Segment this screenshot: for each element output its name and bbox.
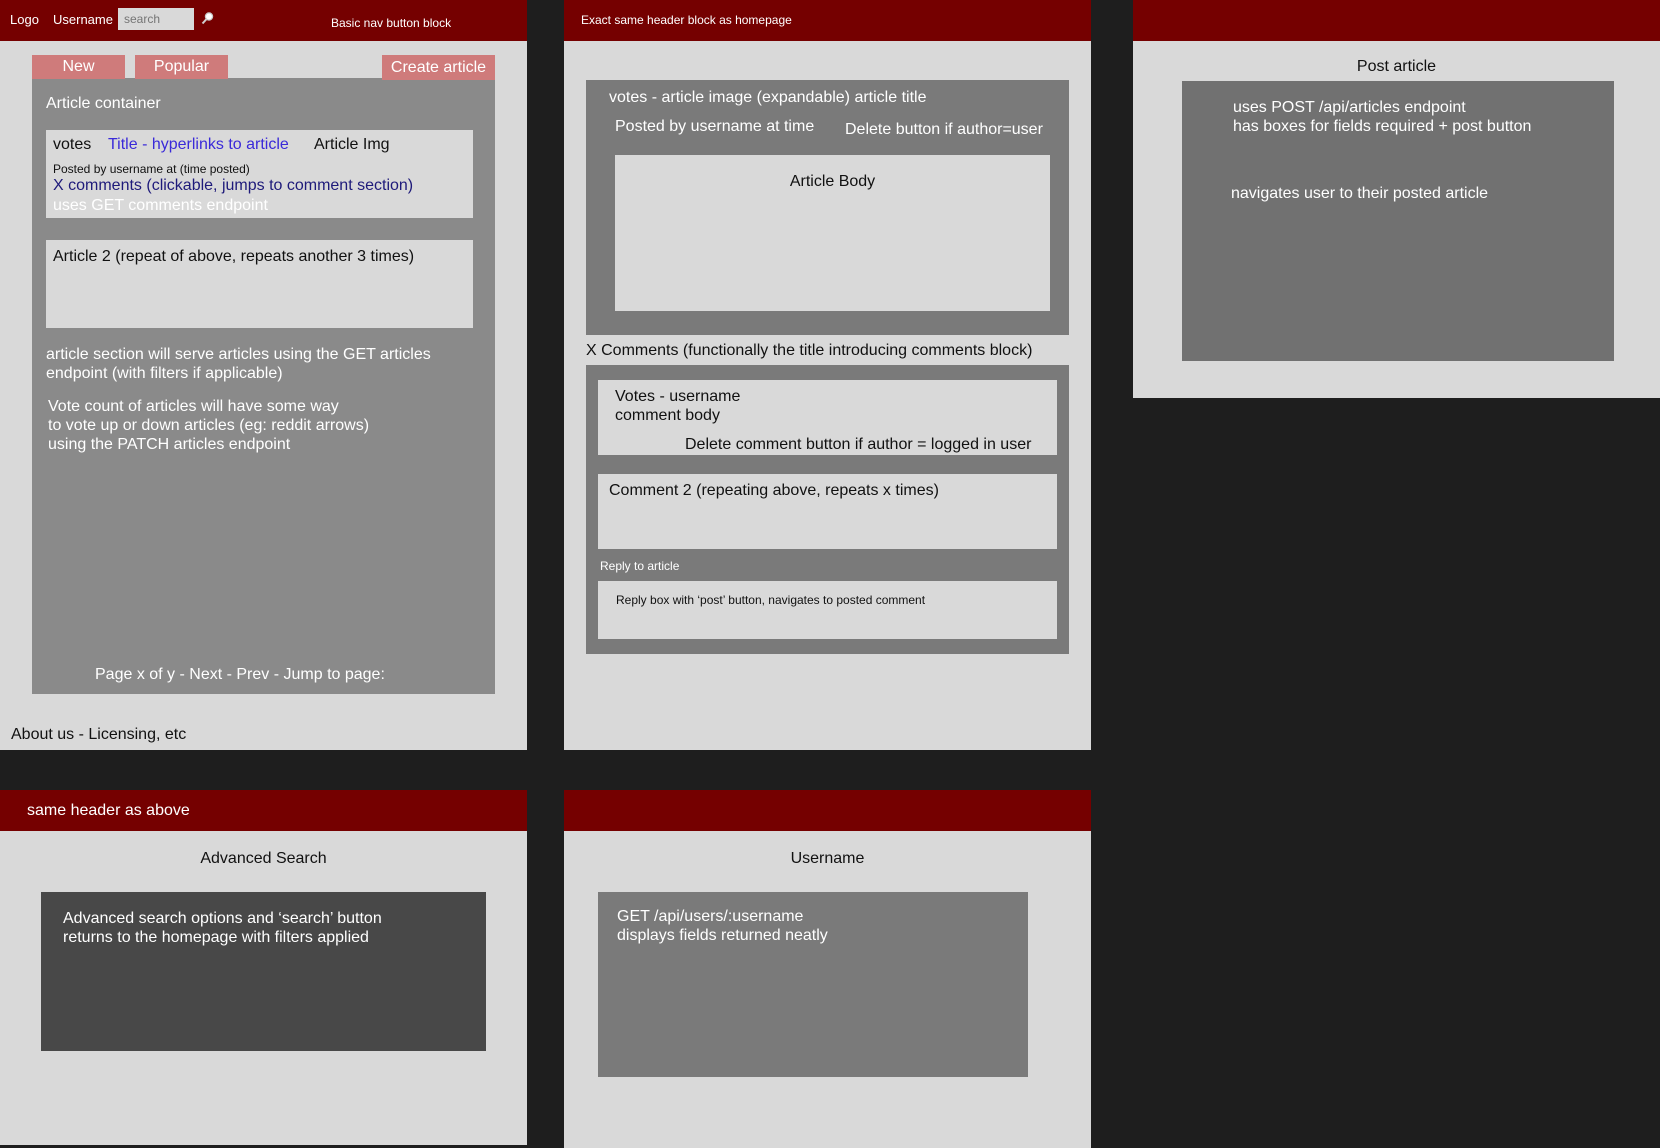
article-page-frame: Exact same header block as homepage vote… bbox=[564, 0, 1091, 750]
search-page-header: same header as above bbox=[0, 790, 527, 831]
user-note-line2: displays fields returned neatly bbox=[617, 927, 828, 944]
create-article-button[interactable]: Create article bbox=[382, 55, 495, 80]
pagination[interactable]: Page x of y - Next - Prev - Jump to page… bbox=[95, 666, 385, 684]
comments-endpoint-note: uses GET comments endpoint bbox=[53, 197, 268, 214]
article-title-link[interactable]: Title - hyperlinks to article bbox=[108, 136, 289, 154]
article-page-header: Exact same header block as homepage bbox=[564, 0, 1091, 41]
article-card-2[interactable]: Article 2 (repeat of above, repeats anot… bbox=[46, 240, 473, 328]
comments-link[interactable]: X comments (clickable, jumps to comment … bbox=[53, 177, 413, 195]
user-page-header bbox=[564, 790, 1091, 831]
username-link[interactable]: Username bbox=[53, 12, 113, 27]
user-page-frame: Username GET /api/users/:username displa… bbox=[564, 790, 1091, 1148]
article-title-line: votes - article image (expandable) artic… bbox=[609, 89, 927, 106]
post-note-line1: uses POST /api/articles endpoint bbox=[1233, 99, 1466, 116]
advanced-search-title: Advanced Search bbox=[200, 850, 327, 867]
votes-note-line3: using the PATCH articles endpoint bbox=[48, 436, 291, 453]
advanced-search-options: Advanced search options and ‘search’ but… bbox=[41, 892, 486, 1051]
magnifier-icon[interactable] bbox=[201, 11, 215, 25]
post-article-header bbox=[1133, 0, 1660, 41]
reply-label: Reply to article bbox=[600, 559, 680, 573]
comment-card: Votes - username comment body Delete com… bbox=[598, 380, 1057, 455]
post-article-title: Post article bbox=[1356, 58, 1437, 75]
posted-by: Posted by username at (time posted) bbox=[53, 162, 250, 176]
articles-note-line2: endpoint (with filters if applicable) bbox=[46, 365, 283, 382]
comment-votes-username[interactable]: Votes - username bbox=[615, 388, 740, 406]
post-note-line2: has boxes for fields required + post but… bbox=[1233, 118, 1532, 135]
article-body-label: Article Body bbox=[789, 173, 876, 190]
homepage-frame: Logo Username Basic nav button block New… bbox=[0, 0, 527, 750]
votes-note-line1: Vote count of articles will have some wa… bbox=[48, 398, 339, 415]
header-note: Exact same header block as homepage bbox=[581, 13, 792, 27]
comments-title: X Comments (functionally the title intro… bbox=[586, 342, 1033, 359]
article-block: votes - article image (expandable) artic… bbox=[586, 80, 1069, 335]
footer[interactable]: About us - Licensing, etc bbox=[11, 726, 186, 744]
votes-note-line2: to vote up or down articles (eg: reddit … bbox=[48, 417, 370, 434]
comment-body: comment body bbox=[615, 407, 720, 424]
search-note-line2: returns to the homepage with filters app… bbox=[63, 929, 369, 946]
post-article-frame: Post article uses POST /api/articles end… bbox=[1133, 0, 1660, 398]
reply-box[interactable]: Reply box with ‘post’ button, navigates … bbox=[598, 581, 1057, 639]
user-note-line1: GET /api/users/:username bbox=[617, 908, 804, 925]
delete-comment-button[interactable]: Delete comment button if author = logged… bbox=[685, 436, 1031, 454]
comment-card-2: Comment 2 (repeating above, repeats x ti… bbox=[598, 474, 1057, 549]
post-note-line3: navigates user to their posted article bbox=[1231, 185, 1489, 202]
articles-note-line1: article section will serve articles usin… bbox=[46, 346, 431, 363]
site-header: Logo Username Basic nav button block bbox=[0, 0, 527, 41]
search-input[interactable] bbox=[118, 8, 194, 30]
article-body: Article Body bbox=[615, 155, 1050, 311]
new-button[interactable]: New bbox=[32, 55, 125, 79]
nav-button-block[interactable]: Basic nav button block bbox=[331, 16, 451, 30]
user-page-title: Username bbox=[790, 850, 865, 867]
votes-label[interactable]: votes bbox=[53, 136, 91, 154]
search-note-line1: Advanced search options and ‘search’ but… bbox=[63, 910, 382, 927]
delete-article-button[interactable]: Delete button if author=user bbox=[845, 121, 1043, 139]
posted-by: Posted by username at time bbox=[615, 118, 815, 135]
article-2-text: Article 2 (repeat of above, repeats anot… bbox=[53, 248, 415, 265]
comment-2-text: Comment 2 (repeating above, repeats x ti… bbox=[609, 482, 939, 499]
reply-box-text: Reply box with ‘post’ button, navigates … bbox=[616, 593, 926, 607]
container-title: Article container bbox=[46, 95, 161, 112]
post-article-form: uses POST /api/articles endpoint has box… bbox=[1182, 81, 1614, 361]
article-card[interactable]: votes Title - hyperlinks to article Arti… bbox=[46, 130, 473, 218]
article-image[interactable]: Article Img bbox=[314, 136, 390, 154]
comments-block: Votes - username comment body Delete com… bbox=[586, 365, 1069, 654]
logo[interactable]: Logo bbox=[10, 12, 39, 27]
advanced-search-frame: same header as above Advanced Search Adv… bbox=[0, 790, 527, 1145]
popular-button[interactable]: Popular bbox=[135, 55, 228, 79]
header-note: same header as above bbox=[27, 802, 190, 819]
user-details-panel: GET /api/users/:username displays fields… bbox=[598, 892, 1028, 1077]
